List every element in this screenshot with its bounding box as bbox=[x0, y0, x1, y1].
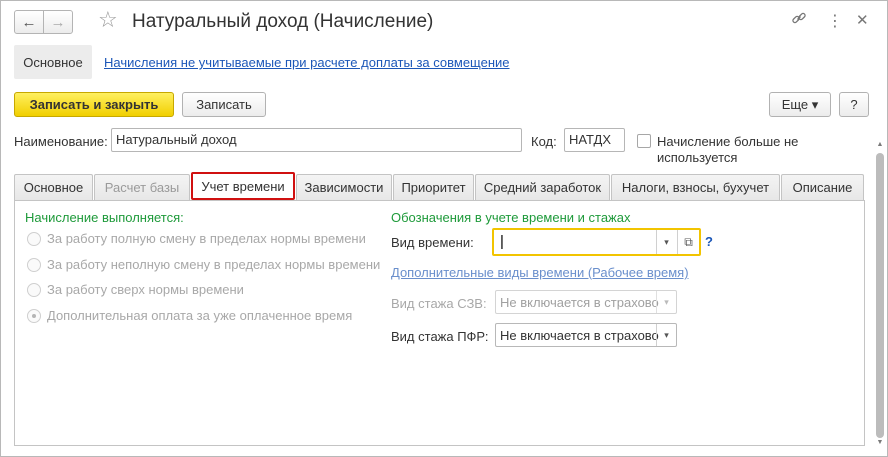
help-button[interactable]: ? bbox=[839, 92, 869, 117]
code-value: НАТДХ bbox=[569, 132, 612, 147]
panel-main-tab[interactable]: Основное bbox=[14, 45, 92, 79]
radio-overtime-label: За работу сверх нормы времени bbox=[47, 282, 244, 297]
pfr-select[interactable]: Не включается в страхово ▾ bbox=[495, 323, 677, 347]
link-icon-svg bbox=[792, 12, 806, 24]
save-and-close-button[interactable]: Записать и закрыть bbox=[14, 92, 174, 117]
pfr-dropdown-button[interactable]: ▾ bbox=[656, 324, 676, 346]
chevron-down-icon: ▾ bbox=[664, 329, 669, 340]
chevron-down-icon: ▾ bbox=[664, 236, 669, 247]
tab-time-accounting[interactable]: Учет времени bbox=[191, 172, 295, 200]
szv-label: Вид стажа СЗВ: bbox=[391, 296, 487, 311]
radio-overtime[interactable] bbox=[27, 283, 41, 297]
more-actions-button[interactable]: Еще ▾ bbox=[769, 92, 831, 117]
scrollbar-thumb[interactable] bbox=[876, 153, 884, 438]
tab-main[interactable]: Основное bbox=[14, 174, 93, 200]
arrow-right-icon: → bbox=[50, 13, 66, 31]
text-cursor: | bbox=[500, 233, 504, 250]
panel-main-label: Основное bbox=[23, 54, 83, 70]
tab-base-calculation-label: Расчет базы bbox=[104, 180, 180, 195]
not-used-label-line2: используется bbox=[657, 150, 738, 165]
tab-taxes[interactable]: Налоги, взносы, бухучет bbox=[611, 174, 780, 200]
radio-full-shift[interactable] bbox=[27, 232, 41, 246]
tab-taxes-label: Налоги, взносы, бухучет bbox=[621, 180, 770, 195]
tab-time-accounting-label: Учет времени bbox=[201, 178, 285, 194]
window-title: Натуральный доход (Начисление) bbox=[132, 11, 434, 32]
code-input[interactable]: НАТДХ bbox=[564, 128, 625, 152]
tab-description-label: Описание bbox=[792, 180, 853, 195]
radio-additional-payment-label: Дополнительная оплата за уже оплаченное … bbox=[47, 308, 353, 323]
szv-value: Не включается в страхово bbox=[500, 295, 659, 310]
extra-time-kinds-link[interactable]: Дополнительные виды времени (Рабочее вре… bbox=[391, 265, 689, 280]
more-vertical-icon[interactable]: ⋮ bbox=[827, 11, 843, 31]
designations-heading: Обозначения в учете времени и стажах bbox=[391, 210, 631, 225]
time-kind-help-icon[interactable]: ? bbox=[705, 234, 713, 249]
more-actions-label: Еще ▾ bbox=[781, 96, 819, 112]
save-button[interactable]: Записать bbox=[182, 92, 266, 117]
scroll-down-icon[interactable]: ▼ bbox=[875, 439, 885, 446]
close-icon[interactable]: ✕ bbox=[856, 11, 869, 29]
tab-average-earnings[interactable]: Средний заработок bbox=[475, 174, 610, 200]
time-kind-label: Вид времени: bbox=[391, 235, 474, 250]
tab-main-label: Основное bbox=[23, 180, 84, 195]
time-kind-open-button[interactable]: ⧉ bbox=[677, 230, 699, 254]
tab-dependencies[interactable]: Зависимости bbox=[296, 174, 392, 200]
arrow-left-icon: ← bbox=[21, 13, 37, 31]
not-used-checkbox[interactable] bbox=[637, 134, 651, 148]
save-label: Записать bbox=[196, 97, 252, 112]
radio-partial-shift[interactable] bbox=[27, 258, 41, 272]
szv-select[interactable]: Не включается в страхово ▾ bbox=[495, 290, 677, 314]
scroll-up-icon[interactable]: ▲ bbox=[875, 141, 885, 148]
help-label: ? bbox=[850, 97, 858, 112]
tab-dependencies-label: Зависимости bbox=[304, 180, 384, 195]
time-kind-input[interactable]: | ▾ ⧉ bbox=[492, 228, 701, 256]
name-value: Натуральный доход bbox=[116, 132, 237, 147]
name-input[interactable]: Натуральный доход bbox=[111, 128, 522, 152]
tab-description[interactable]: Описание bbox=[781, 174, 864, 200]
form-window: ← → ☆ Натуральный доход (Начисление) ⋮ ✕… bbox=[0, 0, 888, 457]
tab-strip: Основное Расчет базы Учет времени Зависи… bbox=[14, 172, 864, 200]
executed-heading: Начисление выполняется: bbox=[25, 210, 184, 225]
radio-partial-shift-label: За работу неполную смену в пределах норм… bbox=[47, 257, 381, 272]
radio-full-shift-label: За работу полную смену в пределах нормы … bbox=[47, 231, 366, 246]
tab-base-calculation[interactable]: Расчет базы bbox=[94, 174, 190, 200]
star-icon[interactable]: ☆ bbox=[98, 7, 118, 33]
save-and-close-label: Записать и закрыть bbox=[29, 97, 159, 112]
code-label: Код: bbox=[531, 134, 557, 149]
not-used-label-line1: Начисление больше не bbox=[657, 134, 799, 149]
chevron-down-icon: ▾ bbox=[664, 296, 669, 307]
szv-dropdown-button[interactable]: ▾ bbox=[656, 291, 676, 313]
name-label: Наименование: bbox=[14, 134, 108, 149]
non-accounted-accruals-link[interactable]: Начисления не учитываемые при расчете до… bbox=[104, 55, 510, 70]
forward-button[interactable]: → bbox=[43, 10, 73, 34]
pfr-value: Не включается в страхово bbox=[500, 328, 659, 343]
link-icon[interactable] bbox=[791, 10, 807, 31]
tab-priority-label: Приоритет bbox=[401, 180, 466, 195]
tab-priority[interactable]: Приоритет bbox=[393, 174, 474, 200]
pfr-label: Вид стажа ПФР: bbox=[391, 329, 489, 344]
back-button[interactable]: ← bbox=[14, 10, 44, 34]
open-form-icon: ⧉ bbox=[684, 234, 693, 249]
tab-average-earnings-label: Средний заработок bbox=[483, 180, 602, 195]
time-kind-dropdown-button[interactable]: ▾ bbox=[656, 230, 676, 254]
radio-additional-payment[interactable] bbox=[27, 309, 41, 323]
